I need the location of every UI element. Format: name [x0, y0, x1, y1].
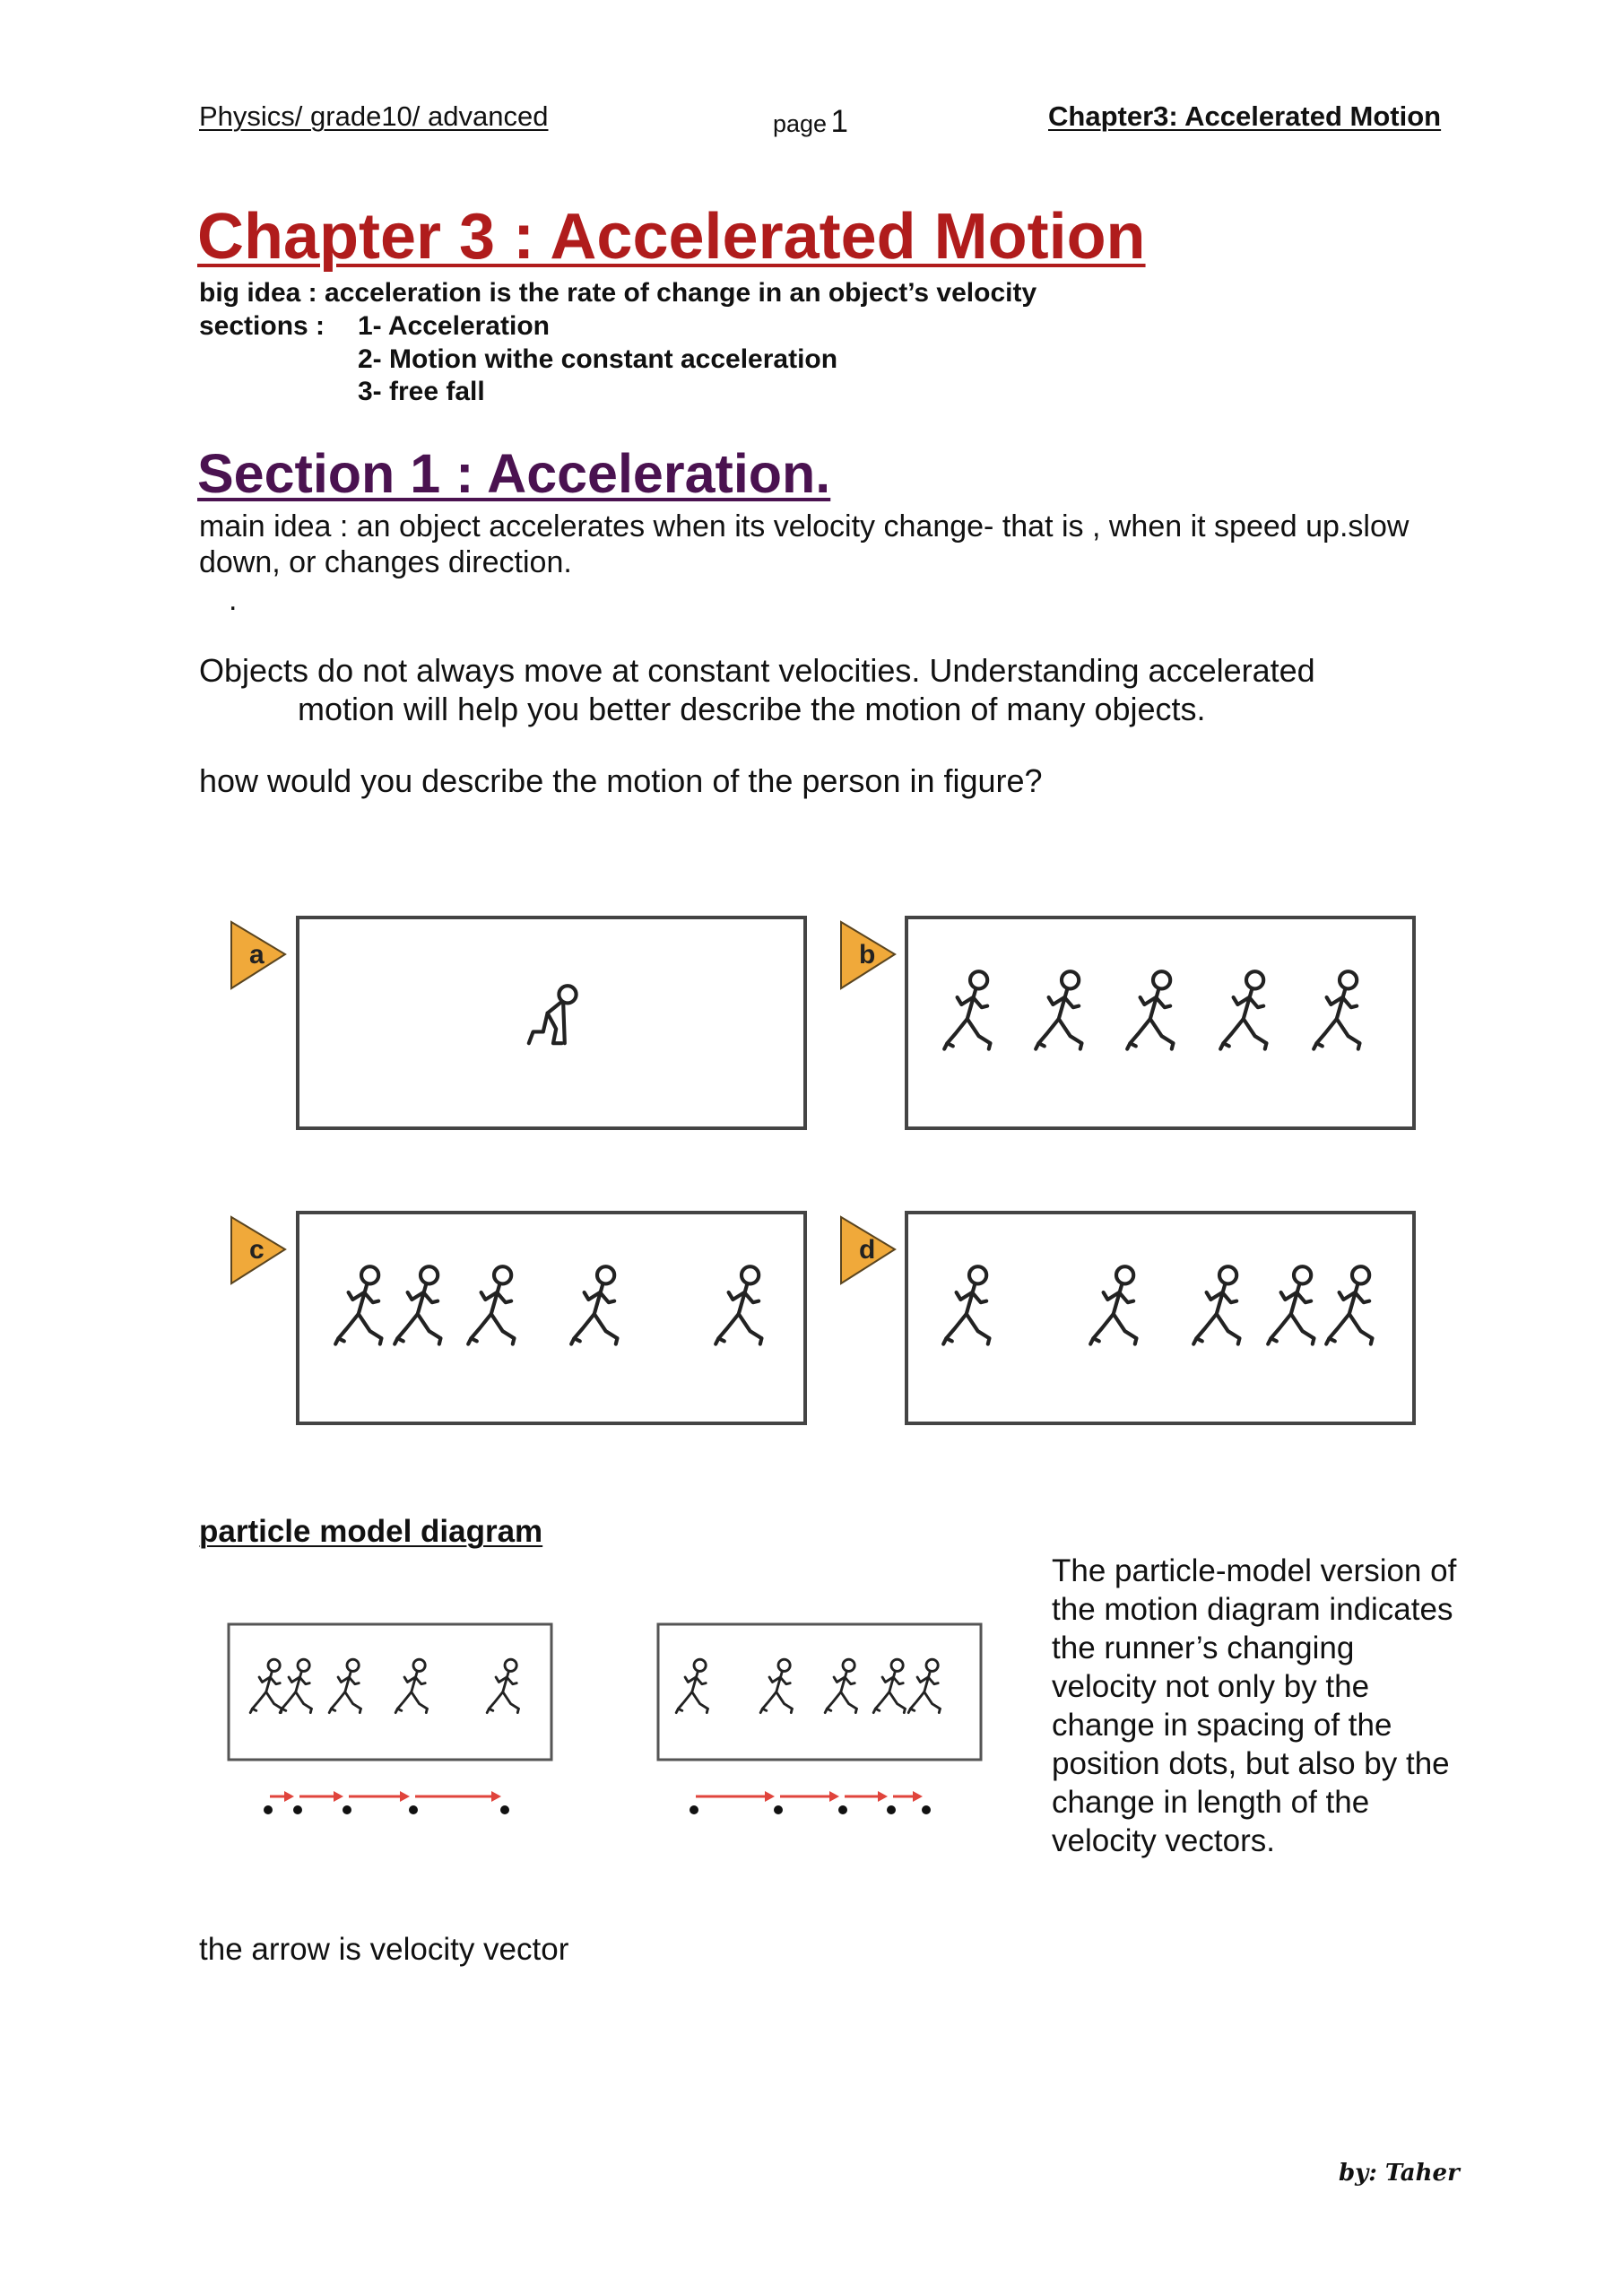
velocity-arrowhead — [400, 1791, 410, 1802]
diagram-frame — [656, 1622, 983, 1761]
position-dot — [293, 1805, 302, 1814]
velocity-arrowhead — [334, 1791, 343, 1802]
figure-panel-d: d — [840, 1211, 1416, 1425]
panel-label: b — [859, 940, 875, 970]
figure-panel-a: a — [230, 916, 807, 1130]
motion-figures: a b c d — [227, 916, 1416, 1814]
velocity-arrowhead — [284, 1791, 294, 1802]
figure-panel-c: c — [230, 1211, 807, 1425]
position-dot — [343, 1805, 351, 1814]
position-dot — [264, 1805, 273, 1814]
panel-label: c — [249, 1235, 265, 1265]
velocity-arrowhead — [878, 1791, 888, 1802]
position-dot — [690, 1805, 698, 1814]
position-dot — [774, 1805, 783, 1814]
panel-frame — [296, 1211, 807, 1425]
position-dot — [922, 1805, 931, 1814]
panel-label: a — [249, 940, 265, 970]
velocity-arrowhead — [765, 1791, 775, 1802]
particle-diagram-1 — [227, 1622, 553, 1814]
figure-panel-b: b — [840, 916, 1416, 1130]
position-dot — [838, 1805, 847, 1814]
particle-diagram-2 — [656, 1622, 983, 1814]
position-dot — [887, 1805, 896, 1814]
velocity-arrowhead — [491, 1791, 501, 1802]
position-dot — [409, 1805, 418, 1814]
velocity-arrowhead — [913, 1791, 923, 1802]
position-dot — [500, 1805, 509, 1814]
panel-label: d — [859, 1235, 875, 1265]
velocity-arrowhead — [829, 1791, 839, 1802]
panel-frame — [905, 1211, 1416, 1425]
